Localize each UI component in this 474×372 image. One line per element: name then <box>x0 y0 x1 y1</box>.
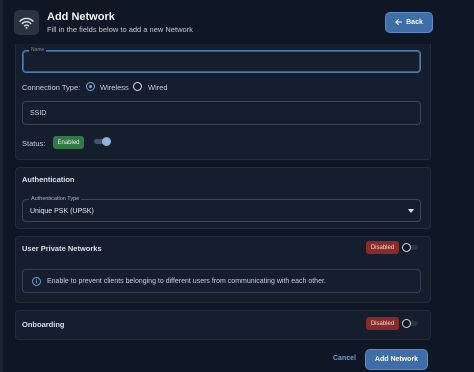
ssid-input[interactable]: SSID <box>22 101 421 125</box>
authentication-type-label: Authentication Type <box>29 196 82 202</box>
authentication-title: Authentication <box>22 175 75 184</box>
back-button-label: Back <box>406 19 423 26</box>
radio-wireless-label: Wireless <box>100 83 129 92</box>
ssid-placeholder: SSID <box>30 110 47 117</box>
name-input-label: Name <box>29 47 47 53</box>
status-toggle[interactable] <box>94 137 112 146</box>
cancel-button[interactable]: Cancel <box>333 355 356 362</box>
connection-type-label: Connection Type: <box>22 83 81 92</box>
authentication-type-value: Unique PSK (UPSK) <box>30 208 94 215</box>
info-box: i Enable to prevent clients belonging to… <box>22 269 421 293</box>
user-private-networks-toggle[interactable] <box>402 243 420 252</box>
radio-wireless[interactable] <box>86 82 95 91</box>
user-private-networks-title: User Private Networks <box>22 244 102 253</box>
info-text: Enable to prevent clients belonging to d… <box>47 278 326 285</box>
wifi-icon <box>14 10 39 35</box>
page-header: Add Network Fill in the fields below to … <box>0 0 474 44</box>
name-input[interactable]: Name <box>22 47 421 73</box>
page-subtitle: Fill in the fields below to add a new Ne… <box>47 25 193 34</box>
onboarding-badge: Disabled <box>366 317 399 330</box>
info-icon: i <box>32 277 41 286</box>
add-network-button[interactable]: Add Network <box>366 350 427 369</box>
onboarding-title: Onboarding <box>22 320 65 329</box>
back-button[interactable]: Back <box>386 13 432 32</box>
onboarding-toggle[interactable] <box>402 319 420 328</box>
user-private-networks-badge: Disabled <box>366 241 399 254</box>
page-title: Add Network <box>47 11 115 23</box>
radio-wired-label: Wired <box>148 83 168 92</box>
chevron-down-icon <box>408 209 414 213</box>
arrow-left-icon <box>395 18 403 27</box>
status-label: Status: <box>22 139 46 148</box>
left-edge <box>0 0 3 372</box>
authentication-type-select[interactable]: Authentication Type Unique PSK (UPSK) <box>22 196 421 222</box>
radio-wired[interactable] <box>133 82 142 91</box>
status-badge: Enabled <box>53 136 84 149</box>
